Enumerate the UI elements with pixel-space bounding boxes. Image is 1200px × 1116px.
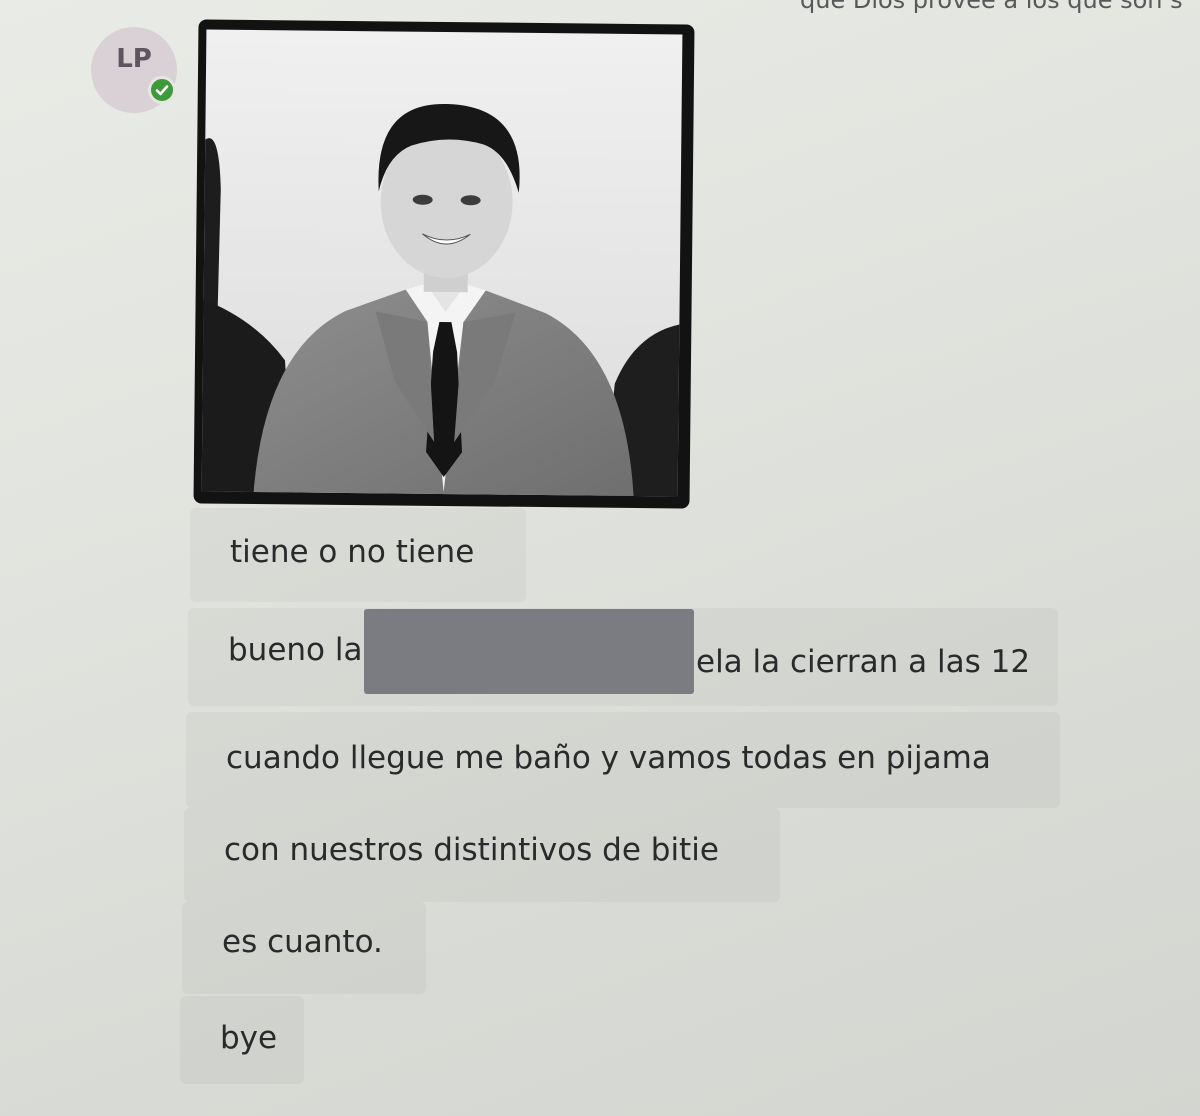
message-text: tiene o no tiene: [230, 534, 475, 570]
message-text: cuando llegue me baño y vamos todas en p…: [226, 740, 991, 776]
redaction-block: [364, 609, 694, 694]
message-text-end: ela la cierran a las 12: [696, 644, 1031, 680]
message-bubble[interactable]: con nuestros distintivos de bitie: [184, 808, 780, 902]
message-bubble[interactable]: bye: [180, 996, 304, 1084]
message-bubble[interactable]: tiene o no tiene: [190, 508, 526, 602]
message-text: bye: [220, 1020, 278, 1056]
shared-image[interactable]: [193, 19, 695, 509]
previous-message-text: que Dios provee a los que son s: [800, 0, 1183, 14]
presence-available-icon: [148, 76, 176, 104]
message-bubble[interactable]: cuando llegue me baño y vamos todas en p…: [186, 712, 1060, 808]
message-text: con nuestros distintivos de bitie: [224, 832, 719, 868]
message-text-start: bueno la: [228, 632, 363, 668]
message-bubble[interactable]: es cuanto.: [182, 902, 426, 994]
message-text: es cuanto.: [222, 924, 383, 960]
